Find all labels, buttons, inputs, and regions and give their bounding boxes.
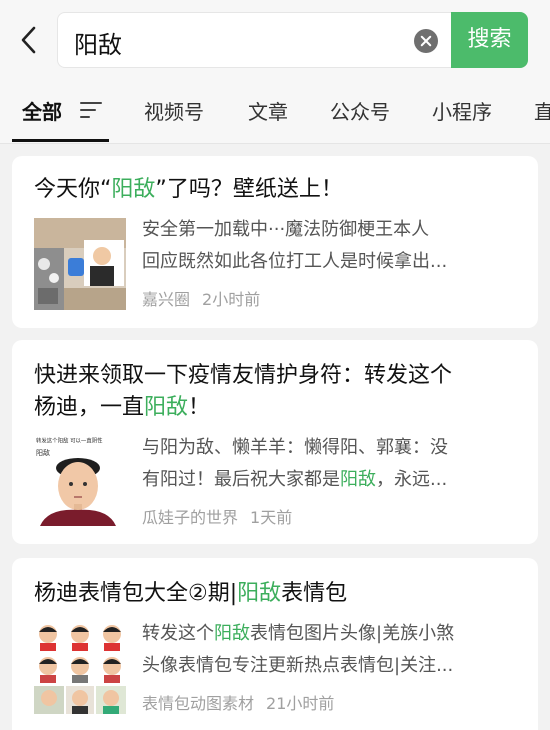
active-tab-indicator [12, 139, 109, 142]
result-title[interactable]: 快进来领取一下疫情友情护身符：转发这个 杨迪，一直阳敌！ [34, 360, 514, 424]
result-source[interactable]: 瓜娃子的世界 [142, 508, 238, 527]
back-button[interactable] [14, 22, 44, 58]
result-card[interactable]: 今天你“阳敌”了吗？壁纸送上！ 安全第一加载中···魔法防御梗王本人 回应既然如… [12, 156, 538, 328]
search-query-text: 阳敌 [74, 31, 122, 59]
result-source[interactable]: 嘉兴圈 [142, 290, 190, 309]
result-thumbnail[interactable] [34, 218, 126, 310]
tab-mini-programs[interactable]: 小程序 [432, 96, 492, 125]
result-meta: 嘉兴圈 2小时前 [142, 286, 272, 310]
search-header: 阳敌 搜索 [0, 0, 550, 78]
tab-official-accounts[interactable]: 公众号 [330, 96, 390, 125]
result-card[interactable]: 快进来领取一下疫情友情护身符：转发这个 杨迪，一直阳敌！ 转发这个阳敌 可以一直… [12, 340, 538, 544]
result-meta: 瓜娃子的世界 1天前 [142, 504, 304, 528]
result-meta: 表情包动图素材 21小时前 [142, 690, 346, 714]
result-time: 1天前 [250, 508, 293, 527]
tab-live[interactable]: 直 [534, 96, 550, 125]
result-card[interactable]: 杨迪表情包大全②期|阳敌表情包 转发这个阳敌表情包图片头像|羌族小煞 头像表情包… [12, 558, 538, 730]
filter-icon[interactable] [80, 100, 102, 120]
result-thumbnail[interactable] [34, 622, 126, 714]
result-thumbnail[interactable]: 转发这个阳敌 可以一直阴性 阳敌 [34, 434, 126, 526]
result-snippet: 安全第一加载中···魔法防御梗王本人 回应既然如此各位打工人是时候拿出... [142, 219, 448, 272]
result-source[interactable]: 表情包动图素材 [142, 694, 254, 713]
clear-icon[interactable] [414, 29, 438, 53]
search-button[interactable]: 搜索 [451, 12, 528, 68]
result-title[interactable]: 杨迪表情包大全②期|阳敌表情包 [34, 578, 514, 610]
tab-articles[interactable]: 文章 [248, 96, 288, 125]
category-tabs: 全部 视频号 文章 公众号 小程序 直 [0, 78, 550, 144]
result-time: 2小时前 [202, 290, 261, 309]
chevron-left-icon [21, 26, 36, 54]
tab-all[interactable]: 全部 [22, 96, 62, 125]
result-snippet: 转发这个阳敌表情包图片头像|羌族小煞 头像表情包专注更新热点表情包|关注... [142, 623, 455, 676]
tab-channels[interactable]: 视频号 [144, 96, 204, 125]
result-time: 21小时前 [266, 694, 335, 713]
search-input[interactable]: 阳敌 [57, 12, 452, 68]
result-snippet: 与阳为敌、懒羊羊：懒得阳、郭襄：没 有阳过！最后祝大家都是阳敌，永远... [142, 437, 448, 490]
result-title[interactable]: 今天你“阳敌”了吗？壁纸送上！ [34, 174, 514, 206]
